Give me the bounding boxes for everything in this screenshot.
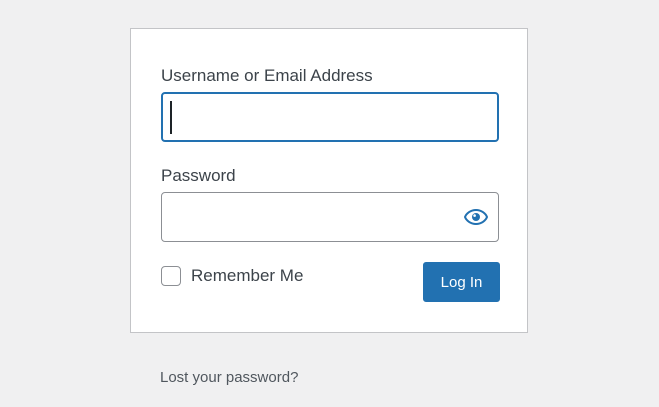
password-label: Password — [161, 166, 236, 185]
lost-password-link[interactable]: Lost your password? — [160, 369, 298, 386]
login-button[interactable]: Log In — [423, 262, 500, 302]
password-input[interactable] — [161, 192, 499, 242]
remember-me-label[interactable]: Remember Me — [191, 266, 303, 286]
username-label: Username or Email Address — [161, 66, 373, 85]
eye-icon — [464, 209, 488, 225]
username-input[interactable] — [161, 92, 499, 142]
remember-me-checkbox[interactable] — [161, 266, 181, 286]
show-password-button[interactable] — [463, 206, 489, 228]
remember-me-row: Remember Me — [161, 265, 303, 287]
login-form: Username or Email Address Password Remem… — [130, 28, 528, 333]
text-caret — [170, 101, 172, 134]
login-page: Username or Email Address Password Remem… — [0, 0, 659, 407]
